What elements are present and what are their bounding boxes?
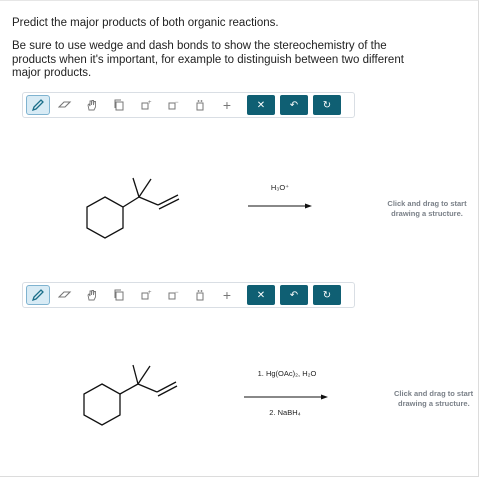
cyclohexane-ring — [86, 196, 124, 239]
drawing-area-hint-2-line1[interactable]: Click and drag to start — [394, 389, 474, 398]
drawing-area-hint-1-line2[interactable]: drawing a structure. — [391, 209, 463, 218]
reagent-1-label: H₃O⁺ — [271, 183, 289, 192]
reactant-1-structure — [86, 177, 180, 239]
reagent-2-step1-label: 1. Hg(OAc)₂, H₂O — [258, 369, 317, 378]
reactant-2-structure — [83, 364, 178, 426]
drawing-area-hint-2-line2[interactable]: drawing a structure. — [398, 399, 470, 408]
reagent-2-step2-label: 2. NaBH₄ — [269, 408, 300, 417]
reaction-canvas: H₃O⁺ Click and drag to start drawing a s… — [83, 177, 474, 426]
reaction-arrow-2 — [244, 394, 328, 400]
cyclohexane-ring — [83, 383, 121, 426]
reaction-arrow-1 — [248, 203, 312, 209]
drawing-area-hint-1-line1[interactable]: Click and drag to start — [387, 199, 467, 208]
